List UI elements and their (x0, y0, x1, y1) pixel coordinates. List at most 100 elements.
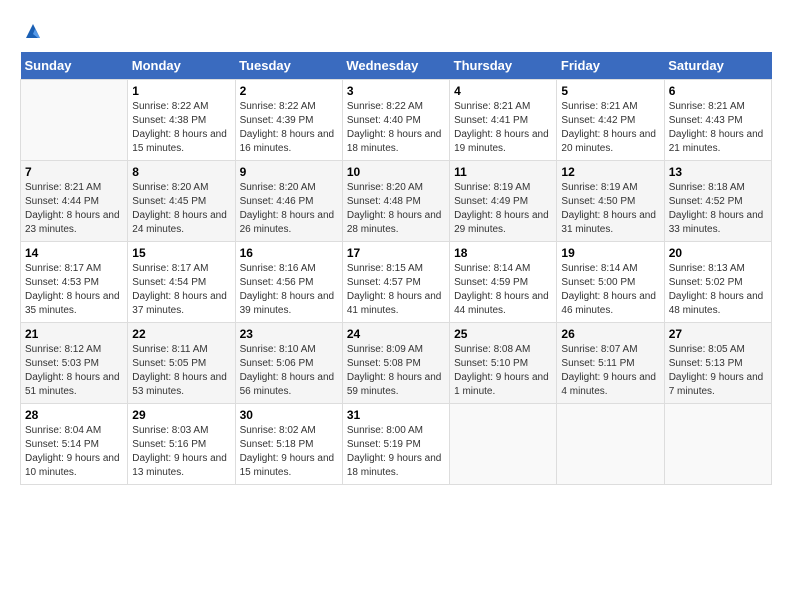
sunset: Sunset: 5:10 PM (454, 358, 528, 369)
sunset: Sunset: 4:41 PM (454, 115, 528, 126)
daylight: Daylight: 8 hours and 19 minutes. (454, 129, 549, 154)
day-info: Sunrise: 8:21 AM Sunset: 4:43 PM Dayligh… (669, 100, 767, 156)
calendar-cell: 4 Sunrise: 8:21 AM Sunset: 4:41 PM Dayli… (450, 80, 557, 161)
sunset: Sunset: 5:14 PM (25, 439, 99, 450)
sunset: Sunset: 4:39 PM (240, 115, 314, 126)
day-number: 31 (347, 408, 445, 422)
daylight: Daylight: 8 hours and 33 minutes. (669, 210, 764, 235)
calendar-cell: 24 Sunrise: 8:09 AM Sunset: 5:08 PM Dayl… (342, 323, 449, 404)
day-info: Sunrise: 8:16 AM Sunset: 4:56 PM Dayligh… (240, 262, 338, 318)
sunset: Sunset: 4:42 PM (561, 115, 635, 126)
daylight: Daylight: 8 hours and 48 minutes. (669, 291, 764, 316)
calendar-cell: 20 Sunrise: 8:13 AM Sunset: 5:02 PM Dayl… (664, 242, 771, 323)
calendar-cell: 17 Sunrise: 8:15 AM Sunset: 4:57 PM Dayl… (342, 242, 449, 323)
sunset: Sunset: 4:56 PM (240, 277, 314, 288)
daylight: Daylight: 8 hours and 46 minutes. (561, 291, 656, 316)
daylight: Daylight: 8 hours and 28 minutes. (347, 210, 442, 235)
sunrise: Sunrise: 8:21 AM (454, 101, 530, 112)
day-info: Sunrise: 8:17 AM Sunset: 4:54 PM Dayligh… (132, 262, 230, 318)
day-number: 25 (454, 327, 552, 341)
sunset: Sunset: 5:06 PM (240, 358, 314, 369)
calendar-cell: 19 Sunrise: 8:14 AM Sunset: 5:00 PM Dayl… (557, 242, 664, 323)
day-info: Sunrise: 8:13 AM Sunset: 5:02 PM Dayligh… (669, 262, 767, 318)
sunset: Sunset: 5:16 PM (132, 439, 206, 450)
day-number: 11 (454, 165, 552, 179)
sunrise: Sunrise: 8:09 AM (347, 344, 423, 355)
sunset: Sunset: 4:38 PM (132, 115, 206, 126)
daylight: Daylight: 8 hours and 23 minutes. (25, 210, 120, 235)
day-number: 13 (669, 165, 767, 179)
day-number: 26 (561, 327, 659, 341)
day-info: Sunrise: 8:17 AM Sunset: 4:53 PM Dayligh… (25, 262, 123, 318)
sunrise: Sunrise: 8:19 AM (561, 182, 637, 193)
day-info: Sunrise: 8:15 AM Sunset: 4:57 PM Dayligh… (347, 262, 445, 318)
sunrise: Sunrise: 8:15 AM (347, 263, 423, 274)
calendar-cell: 30 Sunrise: 8:02 AM Sunset: 5:18 PM Dayl… (235, 404, 342, 485)
sunrise: Sunrise: 8:11 AM (132, 344, 207, 355)
header-day-wednesday: Wednesday (342, 52, 449, 80)
daylight: Daylight: 8 hours and 16 minutes. (240, 129, 335, 154)
sunrise: Sunrise: 8:12 AM (25, 344, 101, 355)
day-number: 2 (240, 84, 338, 98)
day-number: 18 (454, 246, 552, 260)
daylight: Daylight: 8 hours and 21 minutes. (669, 129, 764, 154)
header-day-thursday: Thursday (450, 52, 557, 80)
sunset: Sunset: 4:48 PM (347, 196, 421, 207)
sunset: Sunset: 5:18 PM (240, 439, 314, 450)
day-number: 21 (25, 327, 123, 341)
calendar-cell: 25 Sunrise: 8:08 AM Sunset: 5:10 PM Dayl… (450, 323, 557, 404)
day-info: Sunrise: 8:20 AM Sunset: 4:45 PM Dayligh… (132, 181, 230, 237)
day-number: 1 (132, 84, 230, 98)
day-number: 28 (25, 408, 123, 422)
day-number: 3 (347, 84, 445, 98)
calendar-cell: 7 Sunrise: 8:21 AM Sunset: 4:44 PM Dayli… (21, 161, 128, 242)
calendar-cell: 5 Sunrise: 8:21 AM Sunset: 4:42 PM Dayli… (557, 80, 664, 161)
daylight: Daylight: 8 hours and 53 minutes. (132, 372, 227, 397)
day-info: Sunrise: 8:00 AM Sunset: 5:19 PM Dayligh… (347, 424, 445, 480)
sunset: Sunset: 5:08 PM (347, 358, 421, 369)
sunset: Sunset: 4:59 PM (454, 277, 528, 288)
calendar-cell: 9 Sunrise: 8:20 AM Sunset: 4:46 PM Dayli… (235, 161, 342, 242)
daylight: Daylight: 8 hours and 39 minutes. (240, 291, 335, 316)
header-day-sunday: Sunday (21, 52, 128, 80)
sunrise: Sunrise: 8:14 AM (561, 263, 637, 274)
sunrise: Sunrise: 8:22 AM (240, 101, 316, 112)
day-info: Sunrise: 8:02 AM Sunset: 5:18 PM Dayligh… (240, 424, 338, 480)
calendar-cell: 26 Sunrise: 8:07 AM Sunset: 5:11 PM Dayl… (557, 323, 664, 404)
sunrise: Sunrise: 8:14 AM (454, 263, 530, 274)
day-info: Sunrise: 8:20 AM Sunset: 4:46 PM Dayligh… (240, 181, 338, 237)
sunrise: Sunrise: 8:00 AM (347, 425, 423, 436)
logo-icon (22, 20, 44, 42)
sunrise: Sunrise: 8:21 AM (669, 101, 745, 112)
calendar-cell: 2 Sunrise: 8:22 AM Sunset: 4:39 PM Dayli… (235, 80, 342, 161)
sunrise: Sunrise: 8:22 AM (132, 101, 208, 112)
sunset: Sunset: 5:19 PM (347, 439, 421, 450)
day-info: Sunrise: 8:19 AM Sunset: 4:49 PM Dayligh… (454, 181, 552, 237)
day-number: 7 (25, 165, 123, 179)
daylight: Daylight: 9 hours and 7 minutes. (669, 372, 764, 397)
calendar-cell: 11 Sunrise: 8:19 AM Sunset: 4:49 PM Dayl… (450, 161, 557, 242)
logo (20, 20, 46, 42)
calendar-cell: 23 Sunrise: 8:10 AM Sunset: 5:06 PM Dayl… (235, 323, 342, 404)
calendar-cell: 22 Sunrise: 8:11 AM Sunset: 5:05 PM Dayl… (128, 323, 235, 404)
day-number: 15 (132, 246, 230, 260)
daylight: Daylight: 8 hours and 20 minutes. (561, 129, 656, 154)
calendar-cell: 28 Sunrise: 8:04 AM Sunset: 5:14 PM Dayl… (21, 404, 128, 485)
calendar-body: 1 Sunrise: 8:22 AM Sunset: 4:38 PM Dayli… (21, 80, 772, 485)
day-number: 19 (561, 246, 659, 260)
calendar-cell (450, 404, 557, 485)
calendar-cell: 31 Sunrise: 8:00 AM Sunset: 5:19 PM Dayl… (342, 404, 449, 485)
daylight: Daylight: 8 hours and 31 minutes. (561, 210, 656, 235)
calendar-cell: 15 Sunrise: 8:17 AM Sunset: 4:54 PM Dayl… (128, 242, 235, 323)
daylight: Daylight: 8 hours and 15 minutes. (132, 129, 227, 154)
day-info: Sunrise: 8:22 AM Sunset: 4:38 PM Dayligh… (132, 100, 230, 156)
sunset: Sunset: 4:52 PM (669, 196, 743, 207)
sunset: Sunset: 5:02 PM (669, 277, 743, 288)
day-info: Sunrise: 8:10 AM Sunset: 5:06 PM Dayligh… (240, 343, 338, 399)
calendar-cell: 1 Sunrise: 8:22 AM Sunset: 4:38 PM Dayli… (128, 80, 235, 161)
header-day-tuesday: Tuesday (235, 52, 342, 80)
daylight: Daylight: 9 hours and 13 minutes. (132, 453, 227, 478)
day-number: 8 (132, 165, 230, 179)
calendar-cell (557, 404, 664, 485)
day-info: Sunrise: 8:22 AM Sunset: 4:40 PM Dayligh… (347, 100, 445, 156)
